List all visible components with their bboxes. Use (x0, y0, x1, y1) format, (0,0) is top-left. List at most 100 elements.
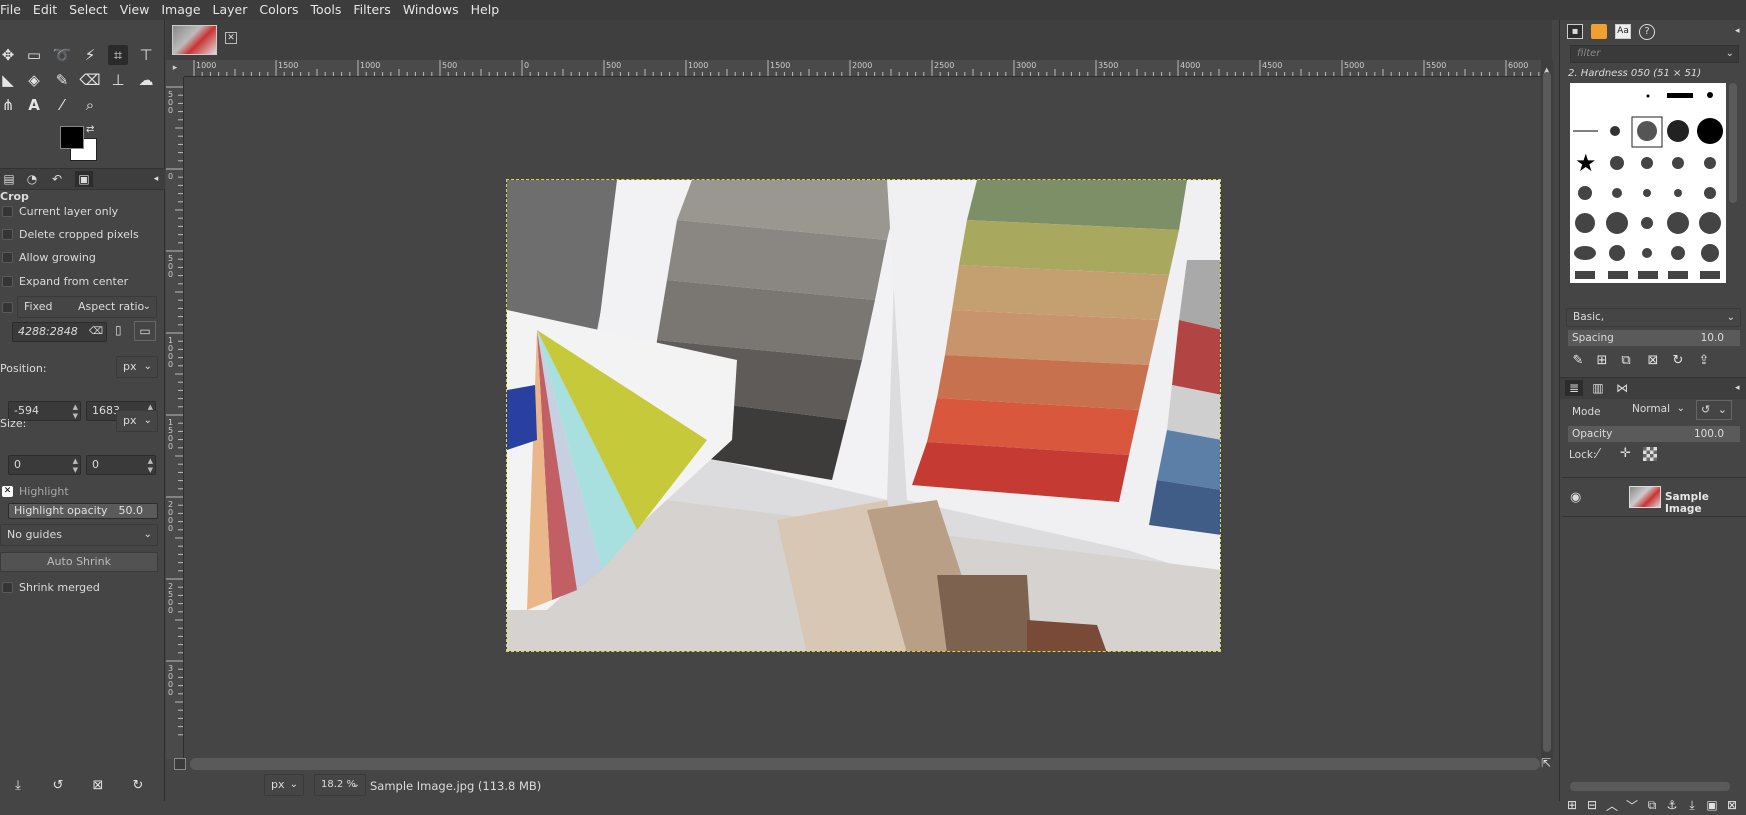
image-photo-fabric-swatches[interactable] (506, 179, 1221, 652)
help-tab-icon[interactable]: ? (1639, 24, 1655, 40)
horizontal-scroll-thumb[interactable] (190, 758, 1540, 770)
close-tab-icon[interactable]: ✕ (225, 32, 237, 44)
paths-tool-icon[interactable]: ⋔ (0, 95, 18, 115)
move-tool-icon[interactable]: ✥ (0, 45, 18, 65)
vertical-scroll-thumb[interactable] (1543, 72, 1551, 752)
anchor-layer-icon[interactable]: ⚓ (1662, 795, 1682, 815)
spin-down-icon[interactable]: ▼ (148, 466, 153, 474)
vertical-scrollbar[interactable]: ▲ (1541, 60, 1553, 759)
text-tool-icon[interactable]: A (24, 95, 44, 115)
spin-down-icon[interactable]: ▼ (73, 466, 78, 474)
menu-layer[interactable]: Layer (207, 0, 254, 20)
spin-up-icon[interactable]: ▲ (73, 403, 78, 411)
quick-mask-toggle-icon[interactable] (174, 758, 186, 770)
size-width-input[interactable]: 0 ▲ ▼ (8, 455, 81, 475)
paths-tab-icon[interactable]: ⋈ (1613, 380, 1631, 396)
device-status-tab-icon[interactable]: ◔ (23, 171, 41, 187)
menu-file[interactable]: File (0, 0, 27, 20)
dock-menu-icon[interactable]: ◂ (147, 171, 165, 187)
lock-alpha-icon[interactable] (1643, 447, 1657, 461)
unified-transform-tool-icon[interactable]: ⊤ (136, 45, 156, 65)
zoom-tool-icon[interactable]: ⌕ (80, 95, 100, 115)
layer-name[interactable]: Sample Image (1665, 491, 1746, 515)
highlight-checkbox[interactable]: ✕ (2, 486, 13, 497)
menu-help[interactable]: Help (465, 0, 506, 20)
delete-layer-icon[interactable]: ⊠ (1722, 795, 1742, 815)
aspect-ratio-input[interactable]: 4288:2848 ⌫ (12, 322, 107, 342)
fixed-mode-dropdown[interactable]: Fixed Aspect ratio ⌄ (17, 296, 157, 318)
paintbrush-tool-icon[interactable]: ✎ (52, 70, 72, 90)
delete-brush-icon[interactable]: ⊠ (1643, 350, 1663, 370)
brush-preset-dropdown[interactable]: Basic, ⌄ (1566, 308, 1741, 327)
allow-growing-checkbox[interactable] (2, 252, 13, 263)
new-brush-icon[interactable]: ⊞ (1592, 350, 1612, 370)
visibility-eye-icon[interactable]: ◉ (1570, 490, 1581, 505)
layers-scroll-thumb[interactable] (1570, 782, 1730, 791)
raise-layer-icon[interactable]: ︿ (1602, 795, 1622, 815)
delete-cropped-pixels-checkbox[interactable] (2, 229, 13, 240)
fonts-tab-icon[interactable]: Aa (1615, 24, 1631, 39)
foreground-color-swatch[interactable] (60, 126, 84, 149)
reset-options-icon[interactable]: ↻ (128, 775, 148, 795)
duplicate-layer-icon[interactable]: ⧉ (1642, 795, 1662, 815)
layer-opacity-slider[interactable]: Opacity 100.0 (1568, 426, 1740, 442)
lock-position-icon[interactable]: ✛ (1620, 446, 1631, 461)
lower-layer-icon[interactable]: ﹀ (1622, 795, 1642, 815)
menu-view[interactable]: View (114, 0, 156, 20)
dock-menu-icon[interactable]: ◂ (1735, 26, 1740, 36)
brush-as-image-icon[interactable]: ⇪ (1694, 350, 1714, 370)
brushes-tab-icon[interactable]: ▪ (1567, 24, 1583, 39)
layer-mask-icon[interactable]: ▣ (1702, 795, 1722, 815)
shrink-merged-checkbox[interactable] (2, 582, 13, 593)
merge-layer-icon[interactable]: ⤓ (1682, 795, 1702, 815)
zoom-dropdown[interactable]: 18.2 % ⌄ (314, 774, 366, 796)
menu-filters[interactable]: Filters (347, 0, 396, 20)
tool-options-tab-icon[interactable]: ▤ (0, 171, 18, 187)
menu-tools[interactable]: Tools (305, 0, 348, 20)
image-tab-thumbnail[interactable] (172, 25, 217, 55)
position-unit-dropdown[interactable]: px ⌄ (116, 356, 158, 378)
menu-windows[interactable]: Windows (397, 0, 465, 20)
smudge-tool-icon[interactable]: ☁ (136, 70, 156, 90)
warp-tool-icon[interactable]: ◣ (0, 70, 18, 90)
size-height-input[interactable]: 0 ▲ ▼ (86, 455, 156, 475)
mode-reset-dropdown[interactable]: ↺ ⌄ (1696, 400, 1732, 420)
refresh-brushes-icon[interactable]: ↻ (1668, 350, 1688, 370)
size-unit-dropdown[interactable]: px ⌄ (116, 410, 158, 432)
eraser-tool-icon[interactable]: ⌫ (79, 70, 100, 90)
lock-pixels-icon[interactable]: ⁄ (1597, 446, 1599, 460)
highlight-opacity-slider[interactable]: Highlight opacity 50.0 (8, 503, 158, 519)
clone-tool-icon[interactable]: ⊥ (108, 70, 128, 90)
swap-colors-icon[interactable]: ⇄ (86, 124, 94, 135)
current-layer-only-checkbox[interactable] (2, 206, 13, 217)
new-layer-group-icon[interactable]: ⊟ (1582, 795, 1602, 815)
brush-spacing-slider[interactable]: Spacing 10.0 (1568, 330, 1740, 346)
duplicate-brush-icon[interactable]: ⧉ (1616, 350, 1636, 370)
color-picker-tool-icon[interactable]: ⁄ (52, 95, 72, 115)
guides-dropdown[interactable]: No guides ⌄ (0, 524, 158, 546)
delete-options-icon[interactable]: ⊠ (88, 775, 108, 795)
spin-down-icon[interactable]: ▼ (73, 412, 78, 420)
brush-grid[interactable]: ★ (1570, 83, 1726, 283)
images-tab-icon[interactable]: ▣ (75, 171, 93, 187)
brush-filter-input[interactable]: filter ⌄ (1570, 45, 1739, 63)
edit-brush-icon[interactable]: ✎ (1568, 350, 1588, 370)
unit-dropdown[interactable]: px ⌄ (264, 774, 304, 796)
clear-icon[interactable]: ⌫ (89, 323, 103, 341)
save-options-icon[interactable]: ⤓ (8, 775, 28, 795)
expand-from-center-checkbox[interactable] (2, 276, 13, 287)
menu-image[interactable]: Image (155, 0, 206, 20)
mode-dropdown[interactable]: Normal ⌄ (1626, 400, 1690, 420)
new-layer-icon[interactable]: ⊞ (1562, 795, 1582, 815)
patterns-tab-icon[interactable] (1591, 24, 1607, 39)
fixed-checkbox[interactable] (2, 302, 13, 313)
bucket-fill-tool-icon[interactable]: ◈ (24, 70, 44, 90)
brush-scroll-thumb[interactable] (1729, 83, 1737, 203)
spin-up-icon[interactable]: ▲ (148, 457, 153, 465)
landscape-icon[interactable]: ▭ (134, 321, 156, 341)
portrait-icon[interactable]: ▯ (115, 323, 122, 337)
layer-row[interactable]: ◉ Sample Image (1562, 477, 1746, 517)
channels-tab-icon[interactable]: ▥ (1589, 380, 1607, 396)
auto-shrink-button[interactable]: Auto Shrink (0, 552, 158, 572)
menu-colors[interactable]: Colors (253, 0, 304, 20)
